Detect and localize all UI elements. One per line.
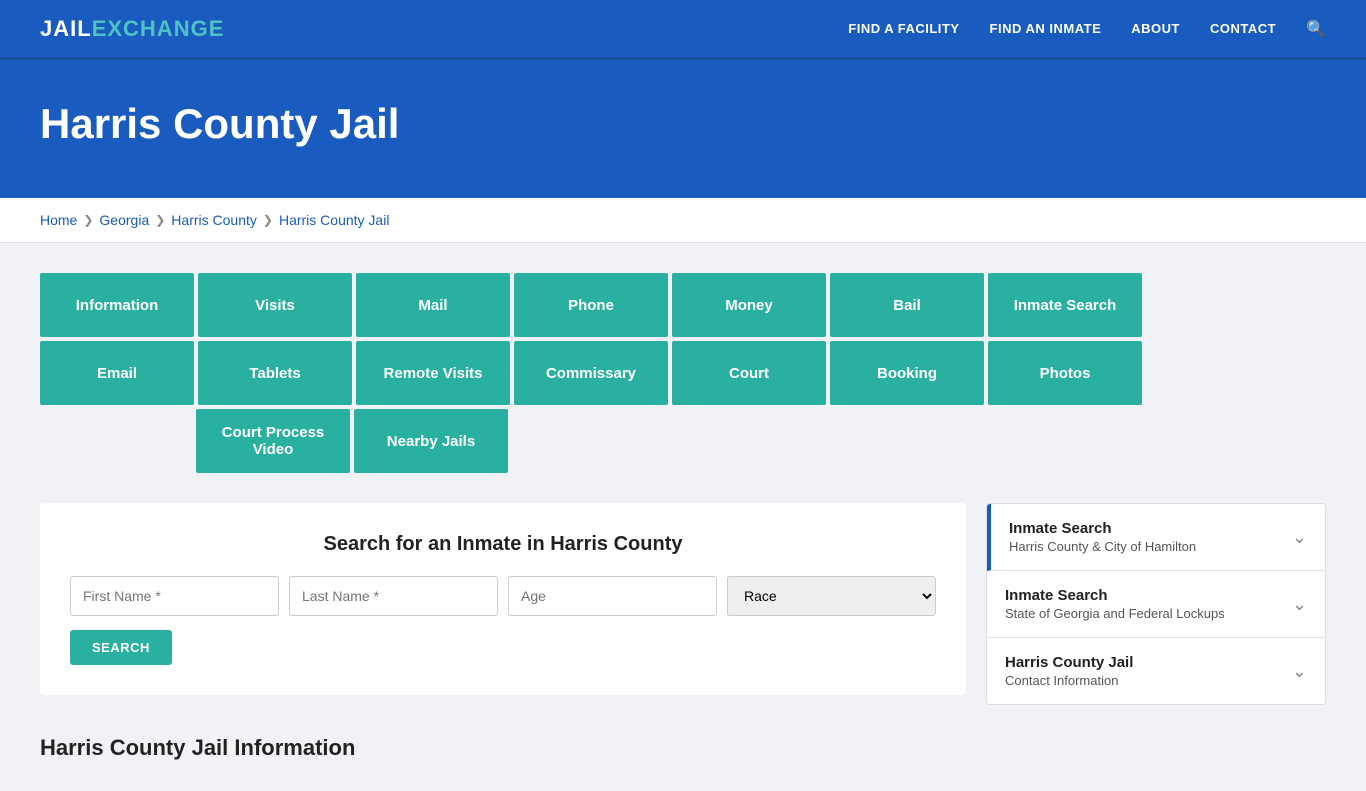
nav-about[interactable]: ABOUT: [1131, 21, 1180, 36]
tile-mail[interactable]: Mail: [356, 273, 510, 337]
tile-inmate-search[interactable]: Inmate Search: [988, 273, 1142, 337]
tile-row-1: Information Visits Mail Phone Money Bail…: [40, 273, 1142, 337]
tile-tablets[interactable]: Tablets: [198, 341, 352, 405]
breadcrumb-sep-1: ❯: [83, 213, 93, 227]
header-search-icon[interactable]: 🔍: [1306, 19, 1326, 39]
sidebar-item-contact-info[interactable]: Harris County Jail Contact Information ⌄: [987, 638, 1325, 704]
breadcrumb-home[interactable]: Home: [40, 212, 77, 228]
tile-phone[interactable]: Phone: [514, 273, 668, 337]
tile-row-3: Court Process Video Nearby Jails: [196, 409, 508, 473]
main-content: Information Visits Mail Phone Money Bail…: [0, 243, 1366, 791]
breadcrumb-current: Harris County Jail: [279, 212, 389, 228]
site-header: JAIL EXCHANGE FIND A FACILITY FIND AN IN…: [0, 0, 1366, 60]
inmate-info-section: Harris County Jail Information: [40, 735, 966, 761]
main-nav: FIND A FACILITY FIND AN INMATE ABOUT CON…: [848, 19, 1326, 39]
sidebar-title-2: Inmate Search: [1005, 587, 1225, 604]
search-form-card: Search for an Inmate in Harris County Ra…: [40, 503, 966, 695]
sidebar: Inmate Search Harris County & City of Ha…: [986, 503, 1326, 705]
nav-contact[interactable]: CONTACT: [1210, 21, 1276, 36]
form-fields: Race White Black Hispanic Asian Other: [70, 576, 936, 616]
breadcrumb: Home ❯ Georgia ❯ Harris County ❯ Harris …: [0, 198, 1366, 243]
hero-banner: Harris County Jail: [0, 60, 1366, 198]
chevron-icon-2: ⌄: [1292, 594, 1307, 615]
tile-email[interactable]: Email: [40, 341, 194, 405]
breadcrumb-sep-2: ❯: [155, 213, 165, 227]
tile-commissary[interactable]: Commissary: [514, 341, 668, 405]
tile-remote-visits[interactable]: Remote Visits: [356, 341, 510, 405]
sidebar-subtitle-3: Contact Information: [1005, 673, 1133, 688]
chevron-icon-3: ⌄: [1292, 661, 1307, 682]
tile-information[interactable]: Information: [40, 273, 194, 337]
logo-exchange: EXCHANGE: [92, 16, 225, 42]
sidebar-subtitle-1: Harris County & City of Hamilton: [1009, 539, 1196, 554]
first-name-input[interactable]: [70, 576, 279, 616]
search-button[interactable]: SEARCH: [70, 630, 172, 665]
tile-court-process-video[interactable]: Court Process Video: [196, 409, 350, 473]
breadcrumb-georgia[interactable]: Georgia: [99, 212, 149, 228]
sidebar-text-3: Harris County Jail Contact Information: [1005, 654, 1133, 688]
tile-money[interactable]: Money: [672, 273, 826, 337]
sidebar-text-2: Inmate Search State of Georgia and Feder…: [1005, 587, 1225, 621]
breadcrumb-harris-county[interactable]: Harris County: [171, 212, 257, 228]
race-select[interactable]: Race White Black Hispanic Asian Other: [727, 576, 936, 616]
site-logo[interactable]: JAIL EXCHANGE: [40, 16, 224, 42]
nav-find-facility[interactable]: FIND A FACILITY: [848, 21, 959, 36]
tile-bail[interactable]: Bail: [830, 273, 984, 337]
content-area: Search for an Inmate in Harris County Ra…: [40, 503, 1326, 761]
tile-booking[interactable]: Booking: [830, 341, 984, 405]
tile-court[interactable]: Court: [672, 341, 826, 405]
chevron-icon-1: ⌄: [1292, 527, 1307, 548]
inmate-info-heading: Harris County Jail Information: [40, 735, 966, 761]
sidebar-subtitle-2: State of Georgia and Federal Lockups: [1005, 606, 1225, 621]
sidebar-item-inmate-search-harris[interactable]: Inmate Search Harris County & City of Ha…: [987, 504, 1325, 571]
page-title: Harris County Jail: [40, 100, 1326, 148]
tile-row-2: Email Tablets Remote Visits Commissary C…: [40, 341, 1142, 405]
search-form-title: Search for an Inmate in Harris County: [70, 533, 936, 556]
sidebar-title-1: Inmate Search: [1009, 520, 1196, 537]
sidebar-title-3: Harris County Jail: [1005, 654, 1133, 671]
tile-nearby-jails[interactable]: Nearby Jails: [354, 409, 508, 473]
tile-grid: Information Visits Mail Phone Money Bail…: [40, 273, 1326, 473]
breadcrumb-sep-3: ❯: [263, 213, 273, 227]
age-input[interactable]: [508, 576, 717, 616]
tile-photos[interactable]: Photos: [988, 341, 1142, 405]
tile-visits[interactable]: Visits: [198, 273, 352, 337]
sidebar-text-1: Inmate Search Harris County & City of Ha…: [1009, 520, 1196, 554]
logo-jail: JAIL: [40, 16, 92, 42]
last-name-input[interactable]: [289, 576, 498, 616]
nav-find-inmate[interactable]: FIND AN INMATE: [990, 21, 1102, 36]
sidebar-item-inmate-search-georgia[interactable]: Inmate Search State of Georgia and Feder…: [987, 571, 1325, 638]
